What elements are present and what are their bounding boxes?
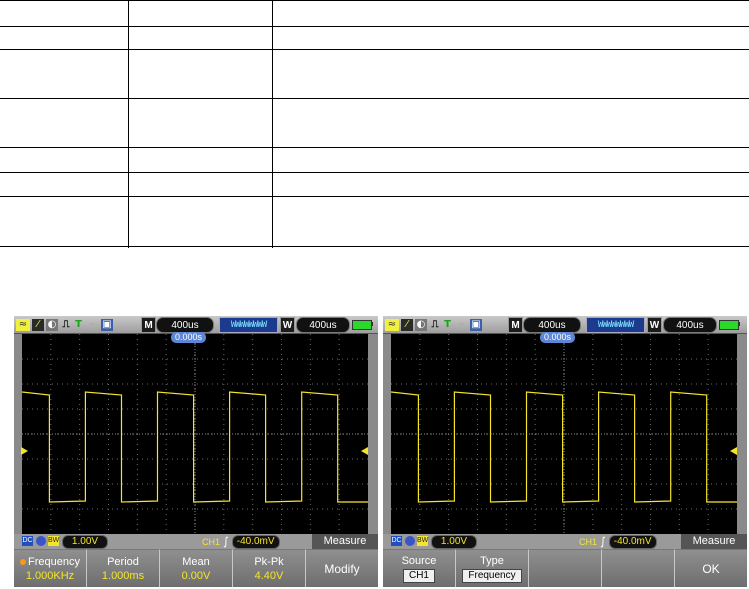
window-timebase: 400us xyxy=(663,317,717,333)
document-table xyxy=(0,0,749,248)
rising-edge-icon: ∫ xyxy=(223,535,229,548)
waveform-display: 0.000s xyxy=(391,332,737,534)
softkey-value: 1.000KHz xyxy=(25,569,75,582)
waveform-trace xyxy=(22,391,368,503)
rising-edge-icon: ∫ xyxy=(600,535,606,548)
battery-tip xyxy=(371,322,373,326)
main-timebase: 400us xyxy=(156,317,214,333)
table-row-divider xyxy=(0,49,749,50)
status-icons: ≈ ⁄ ◐ ⎍ T ~ ▣ xyxy=(385,318,482,331)
softkey-value: 1.000ms xyxy=(101,569,145,582)
oscilloscope-screenshot-type: ≈ ⁄ ◐ ⎍ T ~ ▣ M 400us WWWWWWWW W 400us 0… xyxy=(383,316,747,587)
trigger-time-offset: 0.000s xyxy=(540,332,576,343)
softkey-modify[interactable]: Modify xyxy=(306,549,378,587)
waveform-window-zigzag: WWWWWWWW xyxy=(219,317,278,333)
softkey-label: Modify xyxy=(324,561,360,576)
window-mode-box: W xyxy=(280,317,295,333)
pulse-icon: ⎍ xyxy=(62,318,70,330)
window-mode-box: W xyxy=(647,317,662,333)
pulse-icon: ⎍ xyxy=(431,318,439,330)
softkey-frequency[interactable]: Frequency 1.000KHz xyxy=(14,549,87,587)
menu-title: Measure xyxy=(681,534,747,549)
table-column-divider xyxy=(128,0,129,248)
display-mode-icon: ◐ xyxy=(46,318,58,331)
softkey-source[interactable]: Source CH1 xyxy=(383,549,456,587)
trigger-t-icon: T xyxy=(75,318,82,330)
channel-dot-icon xyxy=(405,536,415,546)
softkey-period[interactable]: Period 1.000ms xyxy=(87,549,160,587)
table-row-divider xyxy=(0,147,749,148)
trigger-info: CH1 ∫ -40.0mV xyxy=(579,534,657,549)
trigger-channel: CH1 xyxy=(202,536,221,547)
waveform-display: 0.000s xyxy=(21,332,368,534)
waveform-icon: ≈ xyxy=(385,318,399,331)
softkey-label: Frequency xyxy=(28,555,80,568)
vector-line-icon: ⁄ xyxy=(401,318,413,331)
battery-icon xyxy=(352,320,372,330)
table-row-divider xyxy=(0,98,749,99)
bandwidth-limit-indicator: BW xyxy=(417,536,429,546)
waveform-icon: ≈ xyxy=(16,318,30,331)
channel-1-level-marker xyxy=(21,447,28,455)
vector-line-icon: ⁄ xyxy=(32,318,44,331)
scope-status-bar: DC BW 1.00V CH1 ∫ -40.0mV Measure xyxy=(14,534,378,549)
softkey-label: Source xyxy=(401,554,437,567)
menu-title: Measure xyxy=(312,534,378,549)
channel-dot-icon xyxy=(36,536,46,546)
table-row-divider xyxy=(0,172,749,173)
battery-tip xyxy=(738,322,740,326)
coupling-indicator: DC xyxy=(391,536,402,546)
battery-icon xyxy=(719,320,739,330)
volts-per-div: 1.00V xyxy=(62,535,108,549)
main-mode-box: M xyxy=(508,317,523,333)
bandwidth-limit-indicator: BW xyxy=(48,536,60,546)
softkey-label: Pk-Pk xyxy=(254,555,284,568)
softkey-label: OK xyxy=(702,561,720,576)
softkey-value: 4.40V xyxy=(254,569,284,582)
display-mode-icon: ◐ xyxy=(415,318,427,331)
main-mode-box: M xyxy=(141,317,156,333)
softkey-empty-3[interactable] xyxy=(529,549,602,587)
softkey-label: Period xyxy=(107,555,139,568)
softkey-ok[interactable]: OK xyxy=(675,549,747,587)
softkey-value: CH1 xyxy=(402,568,435,583)
softkey-label: Mean xyxy=(182,555,210,568)
waveform-trace xyxy=(391,391,737,503)
softkey-empty-4[interactable] xyxy=(602,549,675,587)
trigger-level-marker xyxy=(361,447,368,455)
softkey-pk-pk[interactable]: Pk-Pk 4.40V xyxy=(233,549,306,587)
table-column-divider xyxy=(272,0,273,248)
softkey-mean[interactable]: Mean 0.00V xyxy=(160,549,233,587)
waveform-window-zigzag: WWWWWWWW xyxy=(586,317,645,333)
softkey-type[interactable]: Type Frequency xyxy=(456,549,529,587)
trigger-level: -40.0mV xyxy=(231,534,280,549)
dash-icon: ~ xyxy=(87,318,97,330)
status-icons: ≈ ⁄ ◐ ⎍ T ~ ▣ xyxy=(16,318,113,331)
trigger-level-marker xyxy=(730,447,737,455)
trigger-info: CH1 ∫ -40.0mV xyxy=(202,534,280,549)
softkey-row: Frequency 1.000KHz Period 1.000ms Mean 0… xyxy=(14,549,378,587)
save-disk-icon: ▣ xyxy=(470,318,482,331)
trigger-t-icon: T xyxy=(444,318,451,330)
table-row-divider xyxy=(0,196,749,197)
scope-status-bar: DC BW 1.00V CH1 ∫ -40.0mV Measure xyxy=(383,534,747,549)
table-row-divider xyxy=(0,26,749,27)
selected-dot-icon xyxy=(20,558,26,565)
window-timebase: 400us xyxy=(296,317,350,333)
softkey-value: Frequency xyxy=(462,568,522,583)
coupling-indicator: DC xyxy=(22,536,33,546)
softkey-label: Type xyxy=(480,554,504,567)
table-border-bottom xyxy=(0,246,749,247)
oscilloscope-screenshot-measure: ≈ ⁄ ◐ ⎍ T ~ ▣ M 400us WWWWWWWW W 400us 0… xyxy=(14,316,378,587)
trigger-time-offset: 0.000s xyxy=(171,332,207,343)
volts-per-div: 1.00V xyxy=(431,535,477,549)
main-timebase: 400us xyxy=(523,317,581,333)
table-border-top xyxy=(0,0,749,1)
softkey-value: 0.00V xyxy=(181,569,211,582)
softkey-row: Source CH1 Type Frequency OK xyxy=(383,549,747,587)
trigger-level: -40.0mV xyxy=(608,534,657,549)
trigger-channel: CH1 xyxy=(579,536,598,547)
dash-icon: ~ xyxy=(456,318,466,330)
save-disk-icon: ▣ xyxy=(101,318,113,331)
